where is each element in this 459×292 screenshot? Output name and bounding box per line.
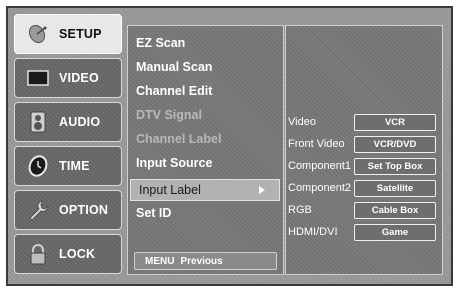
tab-option[interactable]: OPTION bbox=[14, 190, 122, 230]
input-label-value[interactable]: VCR bbox=[354, 114, 436, 131]
menu-footer[interactable]: MENU Previous bbox=[134, 252, 277, 270]
menu-item-input-source[interactable]: Input Source bbox=[136, 156, 212, 170]
input-label-value[interactable]: Set Top Box bbox=[354, 158, 436, 175]
menu-item-channel-label: Channel Label bbox=[136, 132, 222, 146]
tab-audio[interactable]: AUDIO bbox=[14, 102, 122, 142]
submenu-arrow-icon bbox=[259, 186, 265, 194]
input-label-value[interactable]: Cable Box bbox=[354, 202, 436, 219]
menu-item-input-label[interactable]: Input Label bbox=[130, 179, 280, 201]
menu-item-label: Input Label bbox=[139, 183, 201, 197]
tab-setup[interactable]: SETUP bbox=[14, 14, 122, 54]
wrench-icon bbox=[27, 199, 49, 221]
padlock-icon bbox=[27, 243, 49, 265]
menu-item-set-id[interactable]: Set ID bbox=[136, 206, 171, 220]
previous-label: Previous bbox=[180, 255, 223, 267]
tab-label: AUDIO bbox=[59, 115, 101, 129]
input-label-panel: Video VCR Front Video VCR/DVD Component1… bbox=[285, 25, 443, 275]
input-label-row: Component2 Satellite bbox=[286, 179, 442, 199]
menu-item-channel-edit[interactable]: Channel Edit bbox=[136, 84, 212, 98]
tab-video[interactable]: VIDEO bbox=[14, 58, 122, 98]
tab-time[interactable]: TIME bbox=[14, 146, 122, 186]
input-label-row: HDMI/DVI Game bbox=[286, 223, 442, 243]
input-label-value[interactable]: Game bbox=[354, 224, 436, 241]
tab-label: LOCK bbox=[59, 247, 96, 261]
input-label-row: RGB Cable Box bbox=[286, 201, 442, 221]
tab-label: VIDEO bbox=[59, 71, 99, 85]
input-source-name: Front Video bbox=[288, 138, 345, 150]
menu-item-ez-scan[interactable]: EZ Scan bbox=[136, 36, 185, 50]
tab-label: SETUP bbox=[59, 27, 102, 41]
menu-item-dtv-signal: DTV Signal bbox=[136, 108, 202, 122]
tv-screen-icon bbox=[27, 67, 49, 89]
input-label-value[interactable]: Satellite bbox=[354, 180, 436, 197]
tab-label: OPTION bbox=[59, 203, 109, 217]
input-label-row: Video VCR bbox=[286, 113, 442, 133]
tab-lock[interactable]: LOCK bbox=[14, 234, 122, 274]
input-source-name: Video bbox=[288, 116, 316, 128]
setup-menu-panel: EZ Scan Manual Scan Channel Edit DTV Sig… bbox=[127, 25, 284, 275]
speaker-icon bbox=[27, 111, 49, 133]
input-label-row: Component1 Set Top Box bbox=[286, 157, 442, 177]
menu-item-manual-scan[interactable]: Manual Scan bbox=[136, 60, 212, 74]
input-source-name: RGB bbox=[288, 204, 312, 216]
satellite-dish-icon bbox=[27, 23, 49, 45]
menu-key-label: MENU bbox=[145, 255, 175, 267]
tab-label: TIME bbox=[59, 159, 90, 173]
category-tabs: SETUP VIDEO AUDIO TIME OPTION LOCK bbox=[14, 14, 122, 282]
input-source-name: Component1 bbox=[288, 160, 351, 172]
input-label-value[interactable]: VCR/DVD bbox=[354, 136, 436, 153]
input-source-name: Component2 bbox=[288, 182, 351, 194]
clock-icon bbox=[27, 155, 49, 177]
input-label-row: Front Video VCR/DVD bbox=[286, 135, 442, 155]
input-source-name: HDMI/DVI bbox=[288, 226, 338, 238]
